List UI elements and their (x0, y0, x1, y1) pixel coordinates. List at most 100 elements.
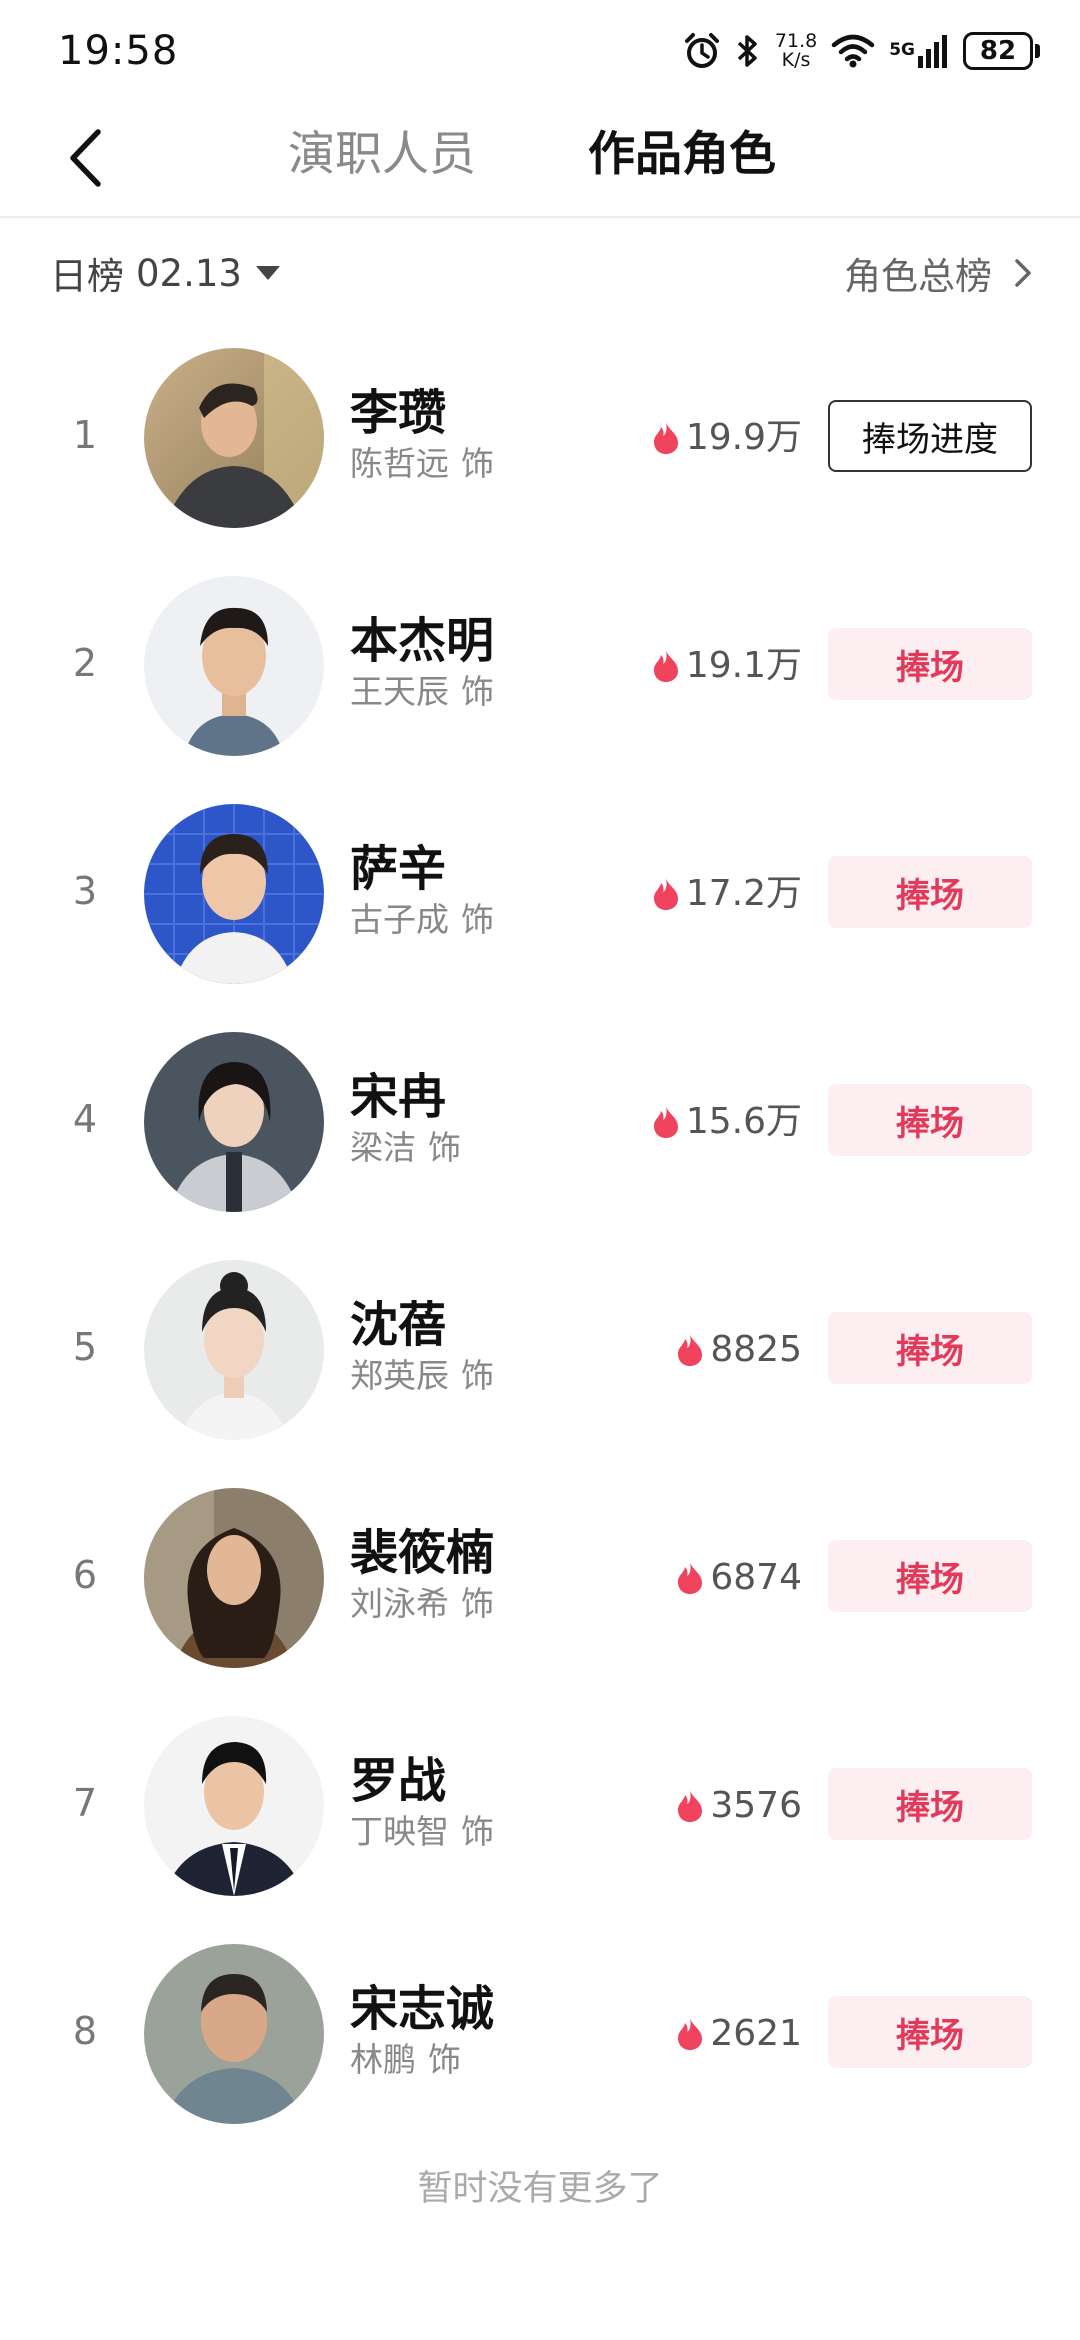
actor-line: 林鹏饰 (350, 2038, 494, 2082)
actor-suffix: 饰 (461, 672, 494, 711)
avatar (144, 1488, 324, 1668)
actor-suffix: 饰 (461, 1584, 494, 1623)
back-button[interactable] (50, 122, 120, 194)
actor-name: 林鹏 (350, 2040, 416, 2079)
actor-suffix: 饰 (461, 900, 494, 939)
avatar (144, 1944, 324, 2124)
rank-number: 3 (72, 869, 98, 913)
heat-score: 8825 (676, 1326, 802, 1374)
date-value: 02.13 (136, 251, 242, 295)
rank-number: 7 (72, 1781, 98, 1825)
fire-icon (653, 650, 678, 682)
caret-down-icon (255, 266, 280, 280)
support-progress-button[interactable]: 捧场进度 (828, 400, 1032, 472)
list-item[interactable]: 1 李瓒 陈哲远饰 19.9万 捧场进度 (0, 348, 1080, 576)
chevron-right-icon (1015, 259, 1031, 287)
heat-value: 17.2万 (685, 873, 802, 914)
network-speed-unit: K/s (781, 49, 811, 71)
role-name: 李瓒 (350, 385, 447, 441)
actor-suffix: 饰 (461, 1356, 494, 1395)
actor-line: 郑英辰饰 (350, 1354, 494, 1398)
role-name: 裴筱楠 (350, 1525, 495, 1581)
status-bar: 19:58 71.8 K/s 5G 82 (0, 0, 1080, 100)
actor-line: 古子成饰 (350, 898, 494, 942)
fire-icon (653, 1106, 678, 1138)
ranking-list: 1 李瓒 陈哲远饰 19.9万 捧场进度 2 本杰明 王天辰 饰 19.1万 捧… (0, 348, 1080, 2172)
support-button[interactable]: 捧场 (828, 628, 1032, 700)
actor-name: 刘泳希 (350, 1584, 449, 1623)
rank-number: 4 (72, 1097, 98, 1141)
avatar (144, 1716, 324, 1896)
tab-roles[interactable]: 作品角色 (588, 124, 776, 186)
heat-value: 19.9万 (685, 417, 802, 458)
avatar (144, 1032, 324, 1212)
list-item[interactable]: 5 沈蓓 郑英辰饰 8825 捧场 (0, 1260, 1080, 1488)
support-button[interactable]: 捧场 (828, 1768, 1032, 1840)
date-selector[interactable]: 日榜 02.13 (50, 246, 280, 300)
heat-value: 2621 (710, 2013, 802, 2054)
list-item[interactable]: 4 宋冉 梁洁饰 15.6万 捧场 (0, 1032, 1080, 1260)
support-button[interactable]: 捧场 (828, 1996, 1032, 2068)
heat-value: 8825 (710, 1329, 802, 1370)
support-button[interactable]: 捧场 (828, 856, 1032, 928)
heat-score: 17.2万 (652, 870, 802, 918)
role-name: 萨辛 (350, 841, 447, 897)
actor-line: 丁映智饰 (350, 1810, 494, 1854)
avatar (144, 348, 324, 528)
actor-line: 梁洁饰 (350, 1126, 461, 1170)
heat-score: 2621 (676, 2010, 802, 2058)
actor-suffix: 饰 (428, 2040, 461, 2079)
rank-number: 1 (72, 413, 98, 457)
actor-name: 丁映智 (350, 1812, 449, 1851)
list-item[interactable]: 8 宋志诚 林鹏饰 2621 捧场 (0, 1944, 1080, 2172)
rank-number: 6 (72, 1553, 98, 1597)
role-name: 沈蓓 (350, 1297, 447, 1353)
fire-icon (653, 422, 678, 454)
total-ranking-link[interactable]: 角色总榜 (844, 246, 1032, 300)
wifi-icon (831, 33, 875, 69)
support-button[interactable]: 捧场 (828, 1312, 1032, 1384)
actor-suffix: 饰 (461, 444, 494, 483)
actor-name: 王天辰 (350, 672, 449, 711)
support-button[interactable]: 捧场 (828, 1084, 1032, 1156)
role-name: 宋志诚 (350, 1981, 495, 2037)
fire-icon (653, 878, 678, 910)
rank-number: 8 (72, 2009, 98, 2053)
cell-signal: 5G (889, 34, 949, 68)
signal-label: 5G (889, 40, 915, 60)
list-item[interactable]: 3 萨辛 古子成饰 17.2万 捧场 (0, 804, 1080, 1032)
heat-value: 15.6万 (685, 1101, 802, 1142)
actor-name: 郑英辰 (350, 1356, 449, 1395)
actor-line: 刘泳希饰 (350, 1582, 494, 1626)
list-item[interactable]: 7 罗战 丁映智饰 3576 捧场 (0, 1716, 1080, 1944)
heat-value: 3576 (710, 1785, 802, 1826)
heat-score: 6874 (676, 1554, 802, 1602)
actor-name: 古子成 (350, 900, 449, 939)
battery-level: 82 (963, 32, 1033, 70)
fire-icon (678, 1790, 703, 1822)
heat-value: 19.1万 (685, 645, 802, 686)
avatar (144, 804, 324, 984)
actor-name: 梁洁 (350, 1128, 416, 1167)
heat-score: 19.9万 (652, 414, 802, 462)
role-name: 罗战 (350, 1753, 447, 1809)
fire-icon (678, 1562, 703, 1594)
list-item[interactable]: 2 本杰明 王天辰饰 19.1万 捧场 (0, 576, 1080, 804)
rank-number: 2 (72, 641, 98, 685)
top-nav: 演职人员 作品角色 (0, 100, 1080, 218)
date-label: 日榜 (50, 255, 124, 298)
no-more-text: 暂时没有更多了 (417, 2169, 663, 2209)
rank-number: 5 (72, 1325, 98, 1369)
actor-suffix: 饰 (461, 1812, 494, 1851)
total-ranking-label: 角色总榜 (844, 255, 992, 298)
network-speed: 71.8 K/s (775, 32, 817, 70)
fire-icon (678, 2018, 703, 2050)
list-item[interactable]: 6 裴筱楠 刘泳希饰 6874 捧场 (0, 1488, 1080, 1716)
tab-cast[interactable]: 演职人员 (288, 124, 476, 186)
fire-icon (678, 1334, 703, 1366)
status-icons: 71.8 K/s 5G 82 (683, 26, 1040, 76)
signal-bars-icon (918, 35, 947, 68)
role-name: 宋冉 (350, 1069, 447, 1125)
support-button[interactable]: 捧场 (828, 1540, 1032, 1612)
heat-value: 6874 (710, 1557, 802, 1598)
